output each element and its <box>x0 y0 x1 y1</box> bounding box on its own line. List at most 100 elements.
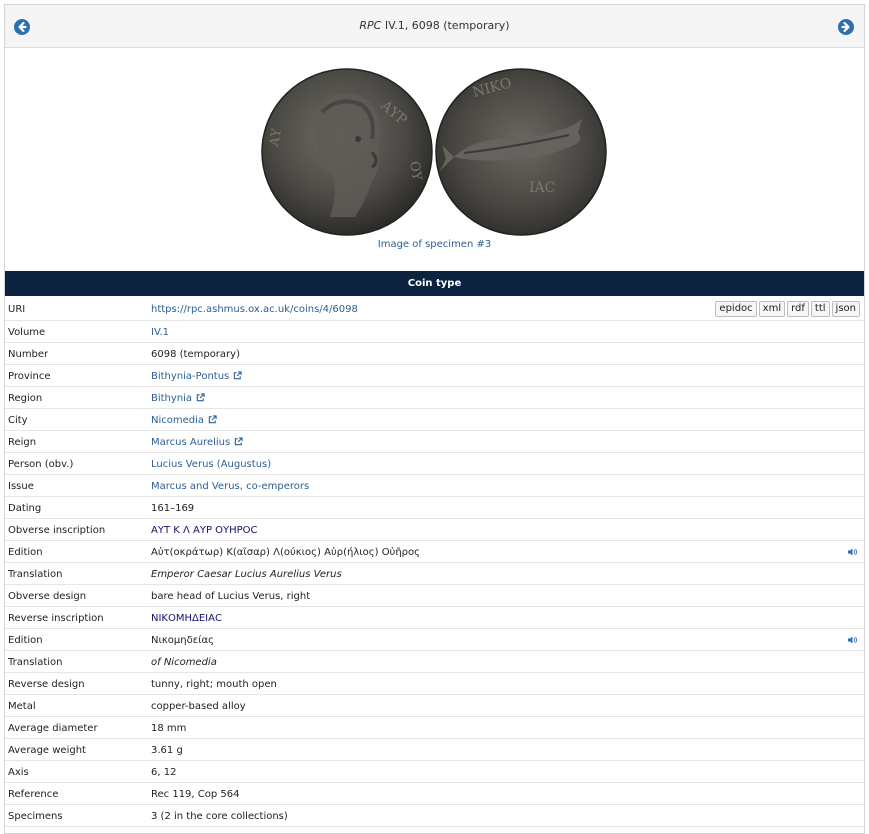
external-link-icon[interactable] <box>208 415 217 424</box>
row-value-text: 18 mm <box>151 723 187 734</box>
table-row: Translation of Nicomedia <box>5 651 864 673</box>
coin-type-table: URI https://rpc.ashmus.ox.ac.uk/coins/4/6… <box>5 297 864 827</box>
export-rdf-button[interactable]: rdf <box>787 301 809 317</box>
row-value-text: ΝΙΚΟΜΗΔΕΙΑϹ <box>151 613 222 624</box>
coin-obverse-image[interactable]: ΑΥΡ ΟΥ ΑΥ <box>260 67 434 237</box>
row-label: Reference <box>8 789 59 800</box>
table-row: Issue Marcus and Verus, co-emperors <box>5 475 864 497</box>
row-value-text: Emperor Caesar Lucius Aurelius Verus <box>151 569 342 580</box>
row-label: Average diameter <box>8 723 98 734</box>
table-row: Average weight 3.61 g <box>5 739 864 761</box>
row-value-link[interactable]: IV.1 <box>151 327 169 338</box>
row-label: Obverse design <box>8 591 87 602</box>
row-value-text: bare head of Lucius Verus, right <box>151 591 311 602</box>
row-value-link[interactable]: Marcus Aurelius <box>151 437 243 448</box>
row-value-text: Lucius Verus (Augustus) <box>151 459 272 470</box>
row-value-text: Rec 119, Cop 564 <box>151 789 240 800</box>
row-value-text: IV.1 <box>151 327 170 338</box>
row-value: 18 mm <box>151 723 186 734</box>
table-row: Edition Αὐτ(οκράτωρ) Κ(αῖσαρ) Λ(ούκιος) Α… <box>5 541 864 563</box>
row-value-text: 161–169 <box>151 503 195 514</box>
row-value: Νικομηδείας <box>151 635 214 646</box>
export-format-buttons: epidoc xml rdf ttl json <box>713 301 860 317</box>
row-label: Province <box>8 371 51 382</box>
row-label: Translation <box>8 569 63 580</box>
table-row: Province Bithynia-Pontus <box>5 365 864 387</box>
row-value-link[interactable]: https://rpc.ashmus.ox.ac.uk/coins/4/6098 <box>151 304 358 315</box>
export-xml-button[interactable]: xml <box>758 301 786 317</box>
row-label: Dating <box>8 503 42 514</box>
export-json-button[interactable]: json <box>831 301 860 317</box>
arrow-right-circle-icon <box>841 21 850 33</box>
external-link-icon[interactable] <box>196 393 205 402</box>
section-title: Coin type <box>5 271 864 296</box>
row-value: ΝΙΚΟΜΗΔΕΙΑϹ <box>151 613 222 624</box>
table-row: Average diameter 18 mm <box>5 717 864 739</box>
row-value-text: copper-based alloy <box>151 701 246 712</box>
row-value: Emperor Caesar Lucius Aurelius Verus <box>151 569 342 580</box>
coin-reverse-image[interactable]: ΝΙΚΟ ΙΑϹ <box>434 67 608 237</box>
table-row: Metal copper-based alloy <box>5 695 864 717</box>
table-row: URI https://rpc.ashmus.ox.ac.uk/coins/4/6… <box>5 297 864 321</box>
row-label: Specimens <box>8 811 63 822</box>
table-row: Axis 6, 12 <box>5 761 864 783</box>
table-row: Volume IV.1 <box>5 321 864 343</box>
row-value: Rec 119, Cop 564 <box>151 789 240 800</box>
external-link-icon[interactable] <box>233 371 242 380</box>
row-label: Number <box>8 349 49 360</box>
row-value: 6098 (temporary) <box>151 349 240 360</box>
row-label: Metal <box>8 701 36 712</box>
table-row: Dating 161–169 <box>5 497 864 519</box>
row-value-text: of Nicomedia <box>151 657 217 668</box>
external-link-icon[interactable] <box>234 437 243 446</box>
row-value-text: 6, 12 <box>151 767 177 778</box>
table-row: Number 6098 (temporary) <box>5 343 864 365</box>
image-caption-link[interactable]: Image of specimen #3 <box>5 239 864 250</box>
table-row: City Nicomedia <box>5 409 864 431</box>
row-value: 6, 12 <box>151 767 176 778</box>
row-label: Axis <box>8 767 29 778</box>
row-label: URI <box>8 304 26 315</box>
table-row: Region Bithynia <box>5 387 864 409</box>
row-label: City <box>8 415 28 426</box>
row-value-text: Bithynia <box>151 393 193 404</box>
row-value-link[interactable]: Marcus and Verus, co-emperors <box>151 481 309 492</box>
row-label: Reign <box>8 437 37 448</box>
row-value: tunny, right; mouth open <box>151 679 277 690</box>
coin-image-area: ΑΥΡ ΟΥ ΑΥ ΝΙΚΟ ΙΑϹ Image of specimen #3 <box>5 49 864 271</box>
row-value-text: Nicomedia <box>151 415 205 426</box>
coin-record-panel: RPC IV.1, 6098 (temporary) ΑΥΡ ΟΥ ΑΥ ΝΙΚ… <box>4 4 865 834</box>
row-label: Translation <box>8 657 63 668</box>
row-value-text: tunny, right; mouth open <box>151 679 277 690</box>
table-row: Reverse design tunny, right; mouth open <box>5 673 864 695</box>
svg-text:ΙΑϹ: ΙΑϹ <box>529 180 555 196</box>
row-value-text: 3.61 g <box>151 745 183 756</box>
row-value-link[interactable]: Bithynia-Pontus <box>151 371 242 382</box>
title-number: IV.1, 6098 (temporary) <box>381 19 510 32</box>
row-value: ΑΥΤ Κ Λ ΑΥΡ ΟΥΗΡΟϹ <box>151 525 258 536</box>
row-value-text: 3 (2 in the core collections) <box>151 811 288 822</box>
table-row: Reverse inscription ΝΙΚΟΜΗΔΕΙΑϹ <box>5 607 864 629</box>
table-row: Reign Marcus Aurelius <box>5 431 864 453</box>
table-row: Obverse inscription ΑΥΤ Κ Λ ΑΥΡ ΟΥΗΡΟϹ <box>5 519 864 541</box>
row-label: Edition <box>8 547 43 558</box>
speaker-icon[interactable] <box>848 548 858 556</box>
speaker-icon[interactable] <box>848 636 858 644</box>
row-value-link[interactable]: Lucius Verus (Augustus) <box>151 459 271 470</box>
row-value: of Nicomedia <box>151 657 217 668</box>
export-ttl-button[interactable]: ttl <box>810 301 830 317</box>
export-epidoc-button[interactable]: epidoc <box>715 301 757 317</box>
row-value: 161–169 <box>151 503 194 514</box>
row-value-text: Marcus and Verus, co-emperors <box>151 481 310 492</box>
row-value-text: https://rpc.ashmus.ox.ac.uk/coins/4/6098 <box>151 304 358 315</box>
row-label: Average weight <box>8 745 86 756</box>
row-label: Edition <box>8 635 43 646</box>
row-label: Region <box>8 393 43 404</box>
table-row: Obverse design bare head of Lucius Verus,… <box>5 585 864 607</box>
row-value-link[interactable]: Bithynia <box>151 393 205 404</box>
row-label: Person (obv.) <box>8 459 74 470</box>
row-value: 3.61 g <box>151 745 183 756</box>
table-row: Translation Emperor Caesar Lucius Aureliu… <box>5 563 864 585</box>
row-value-link[interactable]: Nicomedia <box>151 415 217 426</box>
next-record-button[interactable] <box>838 19 854 35</box>
